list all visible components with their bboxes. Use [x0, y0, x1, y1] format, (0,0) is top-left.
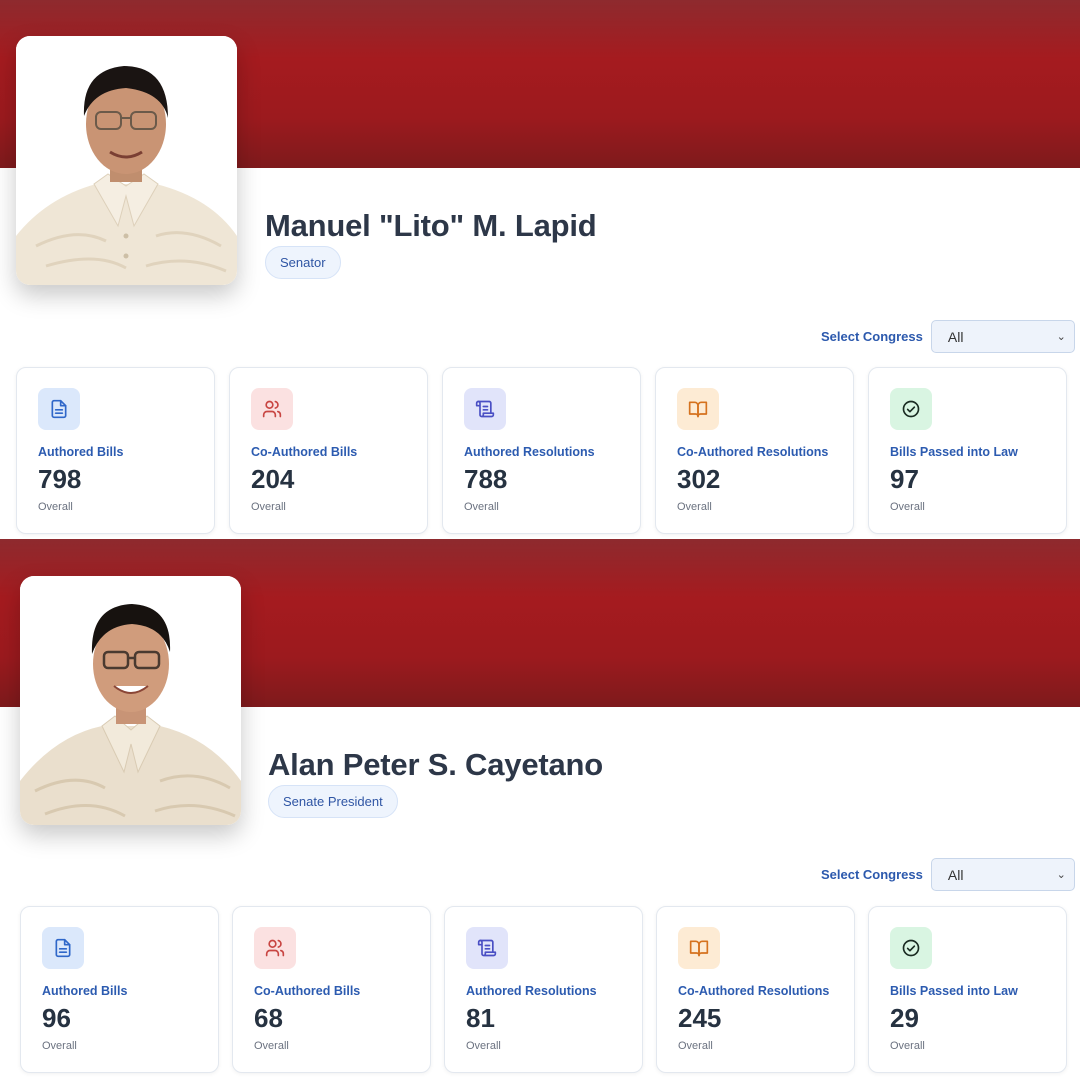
stat-label: Bills Passed into Law: [890, 984, 1018, 998]
stat-value: 204: [251, 464, 295, 494]
stat-card-authored-resolutions: Authored Resolutions 788 Overall: [442, 367, 641, 534]
profile-card: Alan Peter S. Cayetano Senate President …: [0, 539, 1080, 1078]
stat-card-bills-passed: Bills Passed into Law 29 Overall: [868, 906, 1067, 1073]
book-open-icon: [678, 927, 720, 969]
congress-filter-label: Select Congress: [821, 329, 923, 344]
congress-select[interactable]: All ⌄: [930, 858, 1075, 891]
stat-label: Bills Passed into Law: [890, 445, 1018, 459]
stat-value: 788: [464, 464, 508, 494]
congress-select-value: All: [947, 866, 964, 883]
stat-card-co-authored-resolutions: Co-Authored Resolutions 302 Overall: [655, 367, 854, 534]
stat-value: 798: [38, 464, 82, 494]
profile-card: Manuel "Lito" M. Lapid Senator Select Co…: [0, 0, 1080, 539]
stat-label: Co-Authored Resolutions: [677, 445, 829, 459]
scroll-icon: [466, 927, 508, 969]
congress-select[interactable]: All ⌄: [930, 320, 1075, 353]
stat-label: Authored Resolutions: [466, 984, 597, 998]
stat-sub: Overall: [42, 1040, 77, 1052]
stat-card-co-authored-bills: Co-Authored Bills 204 Overall: [229, 367, 428, 534]
stat-card-bills-passed: Bills Passed into Law 97 Overall: [868, 367, 1067, 534]
stat-sub: Overall: [38, 501, 73, 513]
stat-card-authored-bills: Authored Bills 96 Overall: [20, 906, 219, 1073]
scroll-icon: [464, 388, 506, 430]
position-badge: Senate President: [268, 785, 398, 818]
users-icon: [254, 927, 296, 969]
congress-select-value: All: [947, 328, 964, 345]
portrait-image: [16, 36, 237, 285]
stat-value: 81: [466, 1003, 495, 1033]
book-open-icon: [677, 388, 719, 430]
profile-name: Alan Peter S. Cayetano: [268, 747, 603, 782]
stat-card-authored-resolutions: Authored Resolutions 81 Overall: [444, 906, 643, 1073]
stat-value: 96: [42, 1003, 71, 1033]
check-circle-icon: [890, 927, 932, 969]
stat-sub: Overall: [677, 501, 712, 513]
stat-value: 29: [890, 1003, 919, 1033]
stat-sub: Overall: [254, 1040, 289, 1052]
profile-photo: [16, 36, 237, 285]
stat-value: 97: [890, 464, 919, 494]
portrait-image: [20, 576, 241, 825]
stat-label: Co-Authored Bills: [251, 445, 358, 459]
stat-value: 245: [678, 1003, 722, 1033]
stat-label: Authored Bills: [42, 984, 128, 998]
congress-filter: Select Congress All ⌄: [821, 320, 1075, 353]
profile-name: Manuel "Lito" M. Lapid: [265, 208, 597, 243]
stat-sub: Overall: [890, 1040, 925, 1052]
congress-filter: Select Congress All ⌄: [821, 858, 1075, 891]
position-badge: Senator: [265, 246, 341, 279]
stat-sub: Overall: [464, 501, 499, 513]
congress-filter-label: Select Congress: [821, 867, 923, 882]
check-circle-icon: [890, 388, 932, 430]
stat-card-authored-bills: Authored Bills 798 Overall: [16, 367, 215, 534]
users-icon: [251, 388, 293, 430]
stat-card-co-authored-bills: Co-Authored Bills 68 Overall: [232, 906, 431, 1073]
stat-sub: Overall: [466, 1040, 501, 1052]
stat-sub: Overall: [251, 501, 286, 513]
document-icon: [42, 927, 84, 969]
stat-card-co-authored-resolutions: Co-Authored Resolutions 245 Overall: [656, 906, 855, 1073]
stat-value: 68: [254, 1003, 283, 1033]
stat-label: Co-Authored Resolutions: [678, 984, 830, 998]
document-icon: [38, 388, 80, 430]
stat-label: Co-Authored Bills: [254, 984, 361, 998]
stat-label: Authored Bills: [38, 445, 124, 459]
profile-photo: [20, 576, 241, 825]
stat-value: 302: [677, 464, 721, 494]
chevron-down-icon: ⌄: [1056, 869, 1066, 881]
stat-label: Authored Resolutions: [464, 445, 595, 459]
stat-sub: Overall: [678, 1040, 713, 1052]
stat-sub: Overall: [890, 501, 925, 513]
chevron-down-icon: ⌄: [1056, 331, 1066, 343]
